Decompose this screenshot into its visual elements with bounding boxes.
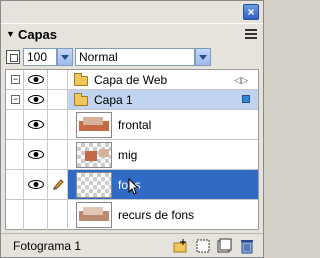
layer-color-swatch [242, 95, 250, 103]
layer-controls: 100 Normal [1, 45, 263, 69]
collapse-arrow-icon[interactable]: ▼ [6, 29, 15, 39]
new-sublayer-icon[interactable] [195, 238, 211, 254]
layers-panel: × ▼ Capas 100 Normal − Capa de Web ◁▷ − [0, 0, 264, 258]
mouse-cursor-icon [128, 178, 140, 195]
panel-title: Capas [18, 27, 58, 42]
eye-icon[interactable] [28, 150, 44, 159]
close-button[interactable]: × [243, 4, 259, 20]
panel-footer: Fotograma 1 [1, 233, 263, 257]
blend-mode-select[interactable]: Normal [75, 48, 195, 66]
layer-row-capa-de-web[interactable]: − Capa de Web ◁▷ [6, 70, 258, 90]
layer-row-mig[interactable]: mig [6, 140, 258, 170]
folder-icon [74, 93, 88, 106]
new-layer-icon[interactable] [216, 238, 232, 254]
layer-thumbnail [76, 172, 112, 198]
layer-thumbnail [76, 202, 112, 228]
layers-list: − Capa de Web ◁▷ − Capa 1 frontal mig re… [5, 69, 259, 230]
layer-row-frontal[interactable]: frontal [6, 110, 258, 140]
opacity-icon [6, 50, 20, 64]
layer-label: mig [118, 148, 138, 162]
layer-row-capa-1[interactable]: − Capa 1 [6, 90, 258, 110]
layer-row-fons[interactable]: fons [6, 170, 258, 200]
folder-icon [74, 73, 88, 86]
opacity-dropdown-button[interactable] [57, 48, 73, 66]
layer-label: recurs de fons [118, 208, 195, 222]
layer-row-recurs-de-fons[interactable]: recurs de fons [6, 200, 258, 230]
frame-label: Fotograma 1 [13, 239, 82, 253]
web-layer-icon: ◁▷ [234, 75, 248, 85]
layer-label: Capa de Web [94, 73, 168, 87]
layer-thumbnail [76, 142, 112, 168]
blend-mode-dropdown-button[interactable] [195, 48, 211, 66]
panel-options-icon[interactable] [245, 29, 257, 39]
eye-icon[interactable] [28, 180, 44, 189]
eye-icon[interactable] [28, 120, 44, 129]
eye-icon[interactable] [28, 95, 44, 104]
opacity-input[interactable]: 100 [23, 48, 57, 66]
new-folder-icon[interactable] [173, 238, 189, 254]
layer-label: Capa 1 [94, 93, 133, 107]
eye-icon[interactable] [28, 75, 44, 84]
trash-icon[interactable] [239, 238, 255, 254]
layer-label: frontal [118, 118, 152, 132]
expander-icon[interactable]: − [11, 95, 20, 104]
title-bar: × [1, 1, 263, 23]
panel-header: ▼ Capas [1, 23, 263, 45]
pencil-icon[interactable] [52, 178, 64, 190]
layer-thumbnail [76, 112, 112, 138]
expander-icon[interactable]: − [11, 75, 20, 84]
